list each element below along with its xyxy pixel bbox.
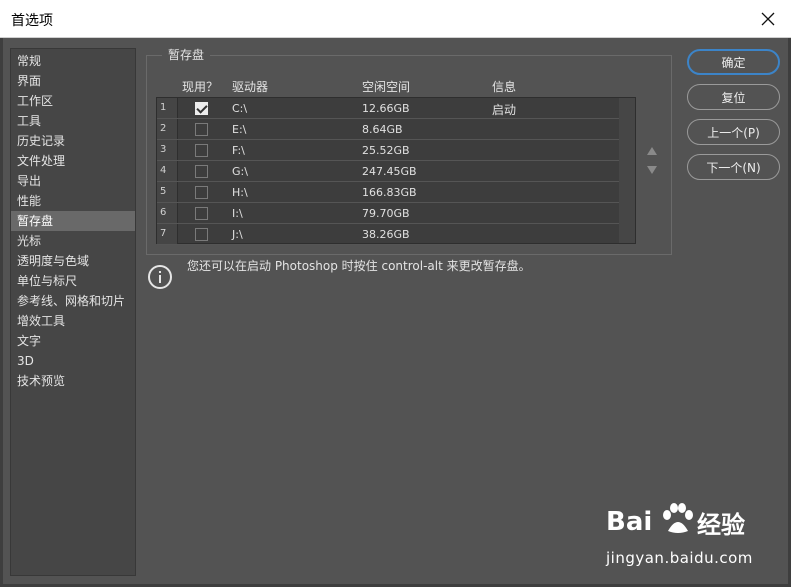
table-row[interactable]: 2 E:\ 8.64GB: [157, 119, 619, 140]
table-row[interactable]: 1 C:\ 12.66GB 启动: [157, 98, 619, 119]
sidebar-item[interactable]: 性能: [11, 191, 135, 211]
active-checkbox[interactable]: [195, 186, 208, 199]
free-space-cell: 38.26GB: [362, 228, 410, 241]
active-checkbox[interactable]: [195, 207, 208, 220]
active-checkbox[interactable]: [195, 123, 208, 136]
group-title: 暂存盘: [162, 46, 211, 63]
drive-cell: E:\: [232, 123, 247, 136]
column-header-info: 信息: [492, 80, 517, 94]
sidebar-item[interactable]: 导出: [11, 171, 135, 191]
drive-cell: H:\: [232, 186, 248, 199]
row-number: 4: [157, 161, 178, 181]
watermark-logo-latin: Bai: [606, 507, 653, 537]
row-number: 5: [157, 182, 178, 202]
category-list: 常规 界面 工作区 工具 历史记录 文件处理 导出 性能 暂存盘 光标 透明度与色域 单位与标尺 参考线…: [10, 48, 136, 576]
column-header-drive: 驱动器: [232, 80, 269, 94]
baidu-jingyan-watermark: Bai 经验 jingyan.baidu.com: [606, 493, 766, 575]
sidebar-item[interactable]: 工具: [11, 111, 135, 131]
sidebar-item[interactable]: 文字: [11, 331, 135, 351]
sidebar-item[interactable]: 单位与标尺: [11, 271, 135, 291]
title-bar: 首选项: [0, 0, 791, 38]
drive-cell: I:\: [232, 207, 243, 220]
drive-cell: G:\: [232, 165, 248, 178]
table-scrollbar[interactable]: [619, 98, 635, 243]
free-space-cell: 247.45GB: [362, 165, 417, 178]
watermark-logo-cn: 经验: [697, 511, 745, 539]
sidebar-item[interactable]: 暂存盘: [11, 211, 135, 231]
hint-text: 您还可以在启动 Photoshop 时按住 control-alt 来更改暂存盘…: [187, 259, 531, 273]
drive-cell: C:\: [232, 102, 248, 115]
table-row[interactable]: 4 G:\ 247.45GB: [157, 161, 619, 182]
table-row[interactable]: 6 I:\ 79.70GB: [157, 203, 619, 224]
arrow-up-icon[interactable]: [647, 147, 657, 156]
column-header-active: 现用？: [182, 80, 219, 94]
sidebar-item[interactable]: 透明度与色域: [11, 251, 135, 271]
active-checkbox[interactable]: [195, 165, 208, 178]
drive-cell: F:\: [232, 144, 245, 157]
sidebar-item[interactable]: 文件处理: [11, 151, 135, 171]
next-button[interactable]: 下一个(N): [687, 154, 780, 180]
free-space-cell: 166.83GB: [362, 186, 417, 199]
close-button[interactable]: [751, 4, 785, 34]
column-header-free-space: 空闲空间: [362, 80, 411, 94]
info-icon: [148, 265, 172, 289]
table-row[interactable]: 7 J:\ 38.26GB: [157, 224, 619, 245]
sidebar-item[interactable]: 历史记录: [11, 131, 135, 151]
row-number: 7: [157, 224, 178, 244]
scratch-disk-table: 7 J:\ 38.26GB 6 I:\ 79.70GB 5 H:\ 166.83GB 4 G:\ 24…: [156, 97, 636, 245]
sidebar-item[interactable]: 增效工具: [11, 311, 135, 331]
reset-button[interactable]: 复位: [687, 84, 780, 110]
row-number: 6: [157, 203, 178, 223]
watermark-url: jingyan.baidu.com: [606, 549, 753, 567]
table-row[interactable]: 3 F:\ 25.52GB: [157, 140, 619, 161]
sidebar-item[interactable]: 界面: [11, 71, 135, 91]
active-checkbox[interactable]: [195, 102, 208, 115]
sidebar-item[interactable]: 3D: [11, 351, 135, 371]
previous-button[interactable]: 上一个(P): [687, 119, 780, 145]
ok-button[interactable]: 确定: [687, 49, 780, 75]
sidebar-item[interactable]: 光标: [11, 231, 135, 251]
close-icon: [761, 12, 775, 26]
sidebar-item[interactable]: 常规: [11, 51, 135, 71]
active-checkbox[interactable]: [195, 144, 208, 157]
row-number: 1: [157, 98, 178, 118]
window-title: 首选项: [11, 13, 53, 29]
active-checkbox[interactable]: [195, 228, 208, 241]
drive-cell: J:\: [232, 228, 243, 241]
paw-icon: [663, 503, 693, 533]
table-row[interactable]: 5 H:\ 166.83GB: [157, 182, 619, 203]
info-cell: 启动: [492, 103, 517, 117]
arrow-down-icon[interactable]: [647, 166, 657, 175]
sidebar-item[interactable]: 工作区: [11, 91, 135, 111]
sidebar-item[interactable]: 技术预览: [11, 371, 135, 391]
row-number: 3: [157, 140, 178, 160]
window-frame-left: [0, 38, 3, 587]
free-space-cell: 25.52GB: [362, 144, 410, 157]
free-space-cell: 12.66GB: [362, 102, 410, 115]
free-space-cell: 79.70GB: [362, 207, 410, 220]
sidebar-item[interactable]: 参考线、网格和切片: [11, 291, 135, 311]
row-number: 2: [157, 119, 178, 139]
free-space-cell: 8.64GB: [362, 123, 403, 136]
